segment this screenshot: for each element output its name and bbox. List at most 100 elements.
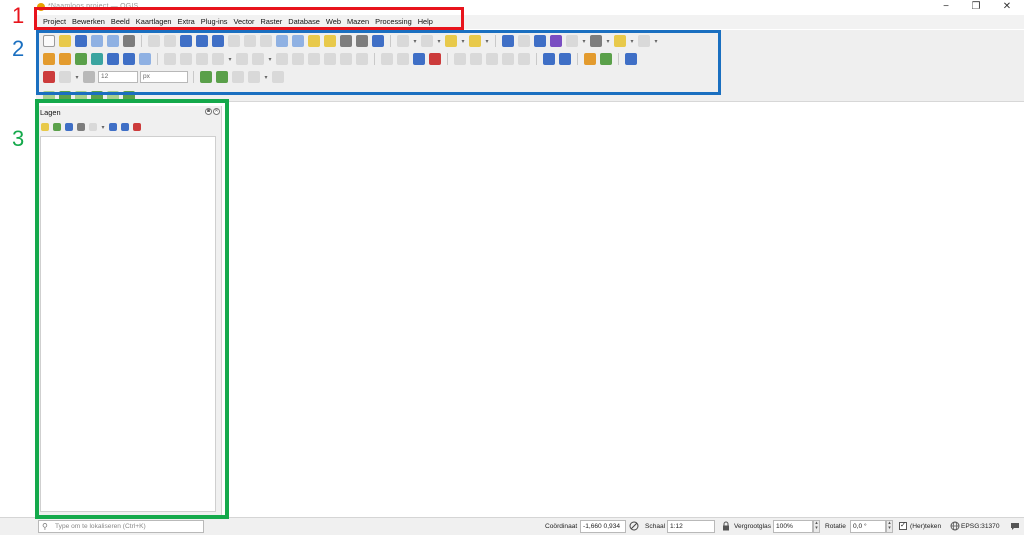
- chevron-down-icon[interactable]: ▾: [460, 38, 466, 45]
- new-bookmark-icon[interactable]: [324, 35, 336, 47]
- identify-icon[interactable]: [502, 35, 514, 47]
- add-raster-layer-icon[interactable]: [91, 53, 103, 65]
- save-project-icon[interactable]: [75, 35, 87, 47]
- zoom-to-layer-icon[interactable]: [244, 35, 256, 47]
- open-layer-styling-icon[interactable]: [41, 123, 49, 131]
- chevron-down-icon[interactable]: ▾: [484, 38, 490, 45]
- map-tips-icon[interactable]: [566, 35, 578, 47]
- chevron-down-icon[interactable]: ▾: [605, 38, 611, 45]
- add-wfs-layer-icon[interactable]: [123, 53, 135, 65]
- zoom-full-icon[interactable]: [212, 35, 224, 47]
- menu-plug-ins[interactable]: Plug-ins: [198, 15, 231, 29]
- menu-project[interactable]: Project: [40, 15, 69, 29]
- open-attribute-table-icon[interactable]: [518, 35, 530, 47]
- save-edits-icon[interactable]: [196, 53, 208, 65]
- magnifier-stepper[interactable]: ▴ ▾: [813, 520, 820, 533]
- maximize-button[interactable]: ❐: [962, 1, 990, 13]
- menu-vector[interactable]: Vector: [231, 15, 258, 29]
- chevron-down-icon[interactable]: ▾: [74, 74, 80, 81]
- menu-beeld[interactable]: Beeld: [108, 15, 133, 29]
- add-vector-layer-icon[interactable]: [75, 53, 87, 65]
- zoom-native-icon[interactable]: [260, 35, 272, 47]
- current-edits-icon[interactable]: [164, 53, 176, 65]
- pan-to-selection-icon[interactable]: [164, 35, 176, 47]
- chevron-down-icon[interactable]: ▾: [581, 38, 587, 45]
- crs-label[interactable]: EPSG:31370: [961, 523, 1000, 530]
- unit-select[interactable]: px: [140, 71, 188, 83]
- menu-database[interactable]: Database: [285, 15, 323, 29]
- new-project-icon[interactable]: [43, 35, 55, 47]
- new-map-view-icon[interactable]: [308, 35, 320, 47]
- filter-legend-icon[interactable]: [77, 123, 85, 131]
- magnet-snapping-icon[interactable]: [43, 71, 55, 83]
- add-point-icon[interactable]: [216, 71, 228, 83]
- expand-all-icon[interactable]: [109, 123, 117, 131]
- db-query-icon[interactable]: [559, 53, 571, 65]
- menu-web[interactable]: Web: [323, 15, 344, 29]
- zoom-in-icon[interactable]: [180, 35, 192, 47]
- delete-part-icon[interactable]: [232, 71, 244, 83]
- show-hide-labels-icon[interactable]: [413, 53, 425, 65]
- layer-tree[interactable]: [40, 136, 216, 512]
- magnifier-field[interactable]: 100%: [773, 520, 813, 533]
- help-contents-icon[interactable]: [625, 53, 637, 65]
- zoom-to-selection-icon[interactable]: [228, 35, 240, 47]
- copy-features-icon[interactable]: [308, 53, 320, 65]
- temporal-controller-icon[interactable]: [356, 35, 368, 47]
- add-feature-icon[interactable]: [212, 53, 224, 65]
- menu-extra[interactable]: Extra: [175, 15, 198, 29]
- deselect-features-icon[interactable]: [469, 35, 481, 47]
- chevron-down-icon[interactable]: ▾: [629, 38, 635, 45]
- measure-line-icon[interactable]: [590, 35, 602, 47]
- toggle-extents-icon[interactable]: [629, 521, 639, 531]
- processing-toolbox-icon[interactable]: [534, 35, 546, 47]
- plugin-manager-icon[interactable]: [600, 53, 612, 65]
- digitize-line-icon[interactable]: [59, 91, 71, 103]
- identify-features-icon[interactable]: [397, 35, 409, 47]
- menu-raster[interactable]: Raster: [257, 15, 285, 29]
- menu-help[interactable]: Help: [415, 15, 436, 29]
- close-button[interactable]: ✕: [993, 1, 1021, 13]
- move-label-icon[interactable]: [454, 53, 466, 65]
- statistical-summary-icon[interactable]: [550, 35, 562, 47]
- decorations-icon[interactable]: [638, 35, 650, 47]
- chevron-down-icon[interactable]: ▾: [653, 38, 659, 45]
- data-source-manager-icon[interactable]: [43, 53, 55, 65]
- select-by-value-icon[interactable]: [445, 35, 457, 47]
- digitize-point-icon[interactable]: [43, 91, 55, 103]
- globe-icon[interactable]: [950, 521, 960, 531]
- chevron-down-icon[interactable]: ▾: [227, 56, 233, 63]
- save-as-icon[interactable]: [91, 35, 103, 47]
- chevron-down-icon[interactable]: ▾: [267, 56, 273, 63]
- zoom-out-icon[interactable]: [196, 35, 208, 47]
- menu-processing[interactable]: Processing: [372, 15, 415, 29]
- zoom-last-icon[interactable]: [276, 35, 288, 47]
- pin-labels-icon[interactable]: [397, 53, 409, 65]
- show-bookmarks-icon[interactable]: [340, 35, 352, 47]
- add-group-icon[interactable]: [53, 123, 61, 131]
- database-manager-icon[interactable]: [543, 53, 555, 65]
- text-annotation-icon[interactable]: [614, 35, 626, 47]
- change-label-icon[interactable]: [486, 53, 498, 65]
- python-console-icon[interactable]: [584, 53, 596, 65]
- minimize-button[interactable]: −: [932, 1, 960, 13]
- chevron-down-icon[interactable]: ▾: [412, 38, 418, 45]
- vertex-tool-all-icon[interactable]: [200, 71, 212, 83]
- zoom-next-icon[interactable]: [292, 35, 304, 47]
- layout-manager-icon[interactable]: [123, 35, 135, 47]
- font-size-field[interactable]: 12: [98, 71, 138, 83]
- paste-features-icon[interactable]: [324, 53, 336, 65]
- diagram-properties-icon[interactable]: [518, 53, 530, 65]
- filter-by-expression-icon[interactable]: [89, 123, 97, 131]
- label-highlight-icon[interactable]: [429, 53, 441, 65]
- coordinate-field[interactable]: -1,660 0,934: [580, 520, 626, 533]
- digitize-rectangle-icon[interactable]: [107, 91, 119, 103]
- menu-kaartlagen[interactable]: Kaartlagen: [133, 15, 175, 29]
- rotate-label-icon[interactable]: [470, 53, 482, 65]
- messages-icon[interactable]: [1010, 521, 1020, 531]
- merge-selected-icon[interactable]: [248, 71, 260, 83]
- vertex-tool-icon[interactable]: [236, 53, 248, 65]
- rotation-field[interactable]: 0,0 °: [850, 520, 886, 533]
- reshape-icon[interactable]: [272, 71, 284, 83]
- toggle-editing-icon[interactable]: [180, 53, 192, 65]
